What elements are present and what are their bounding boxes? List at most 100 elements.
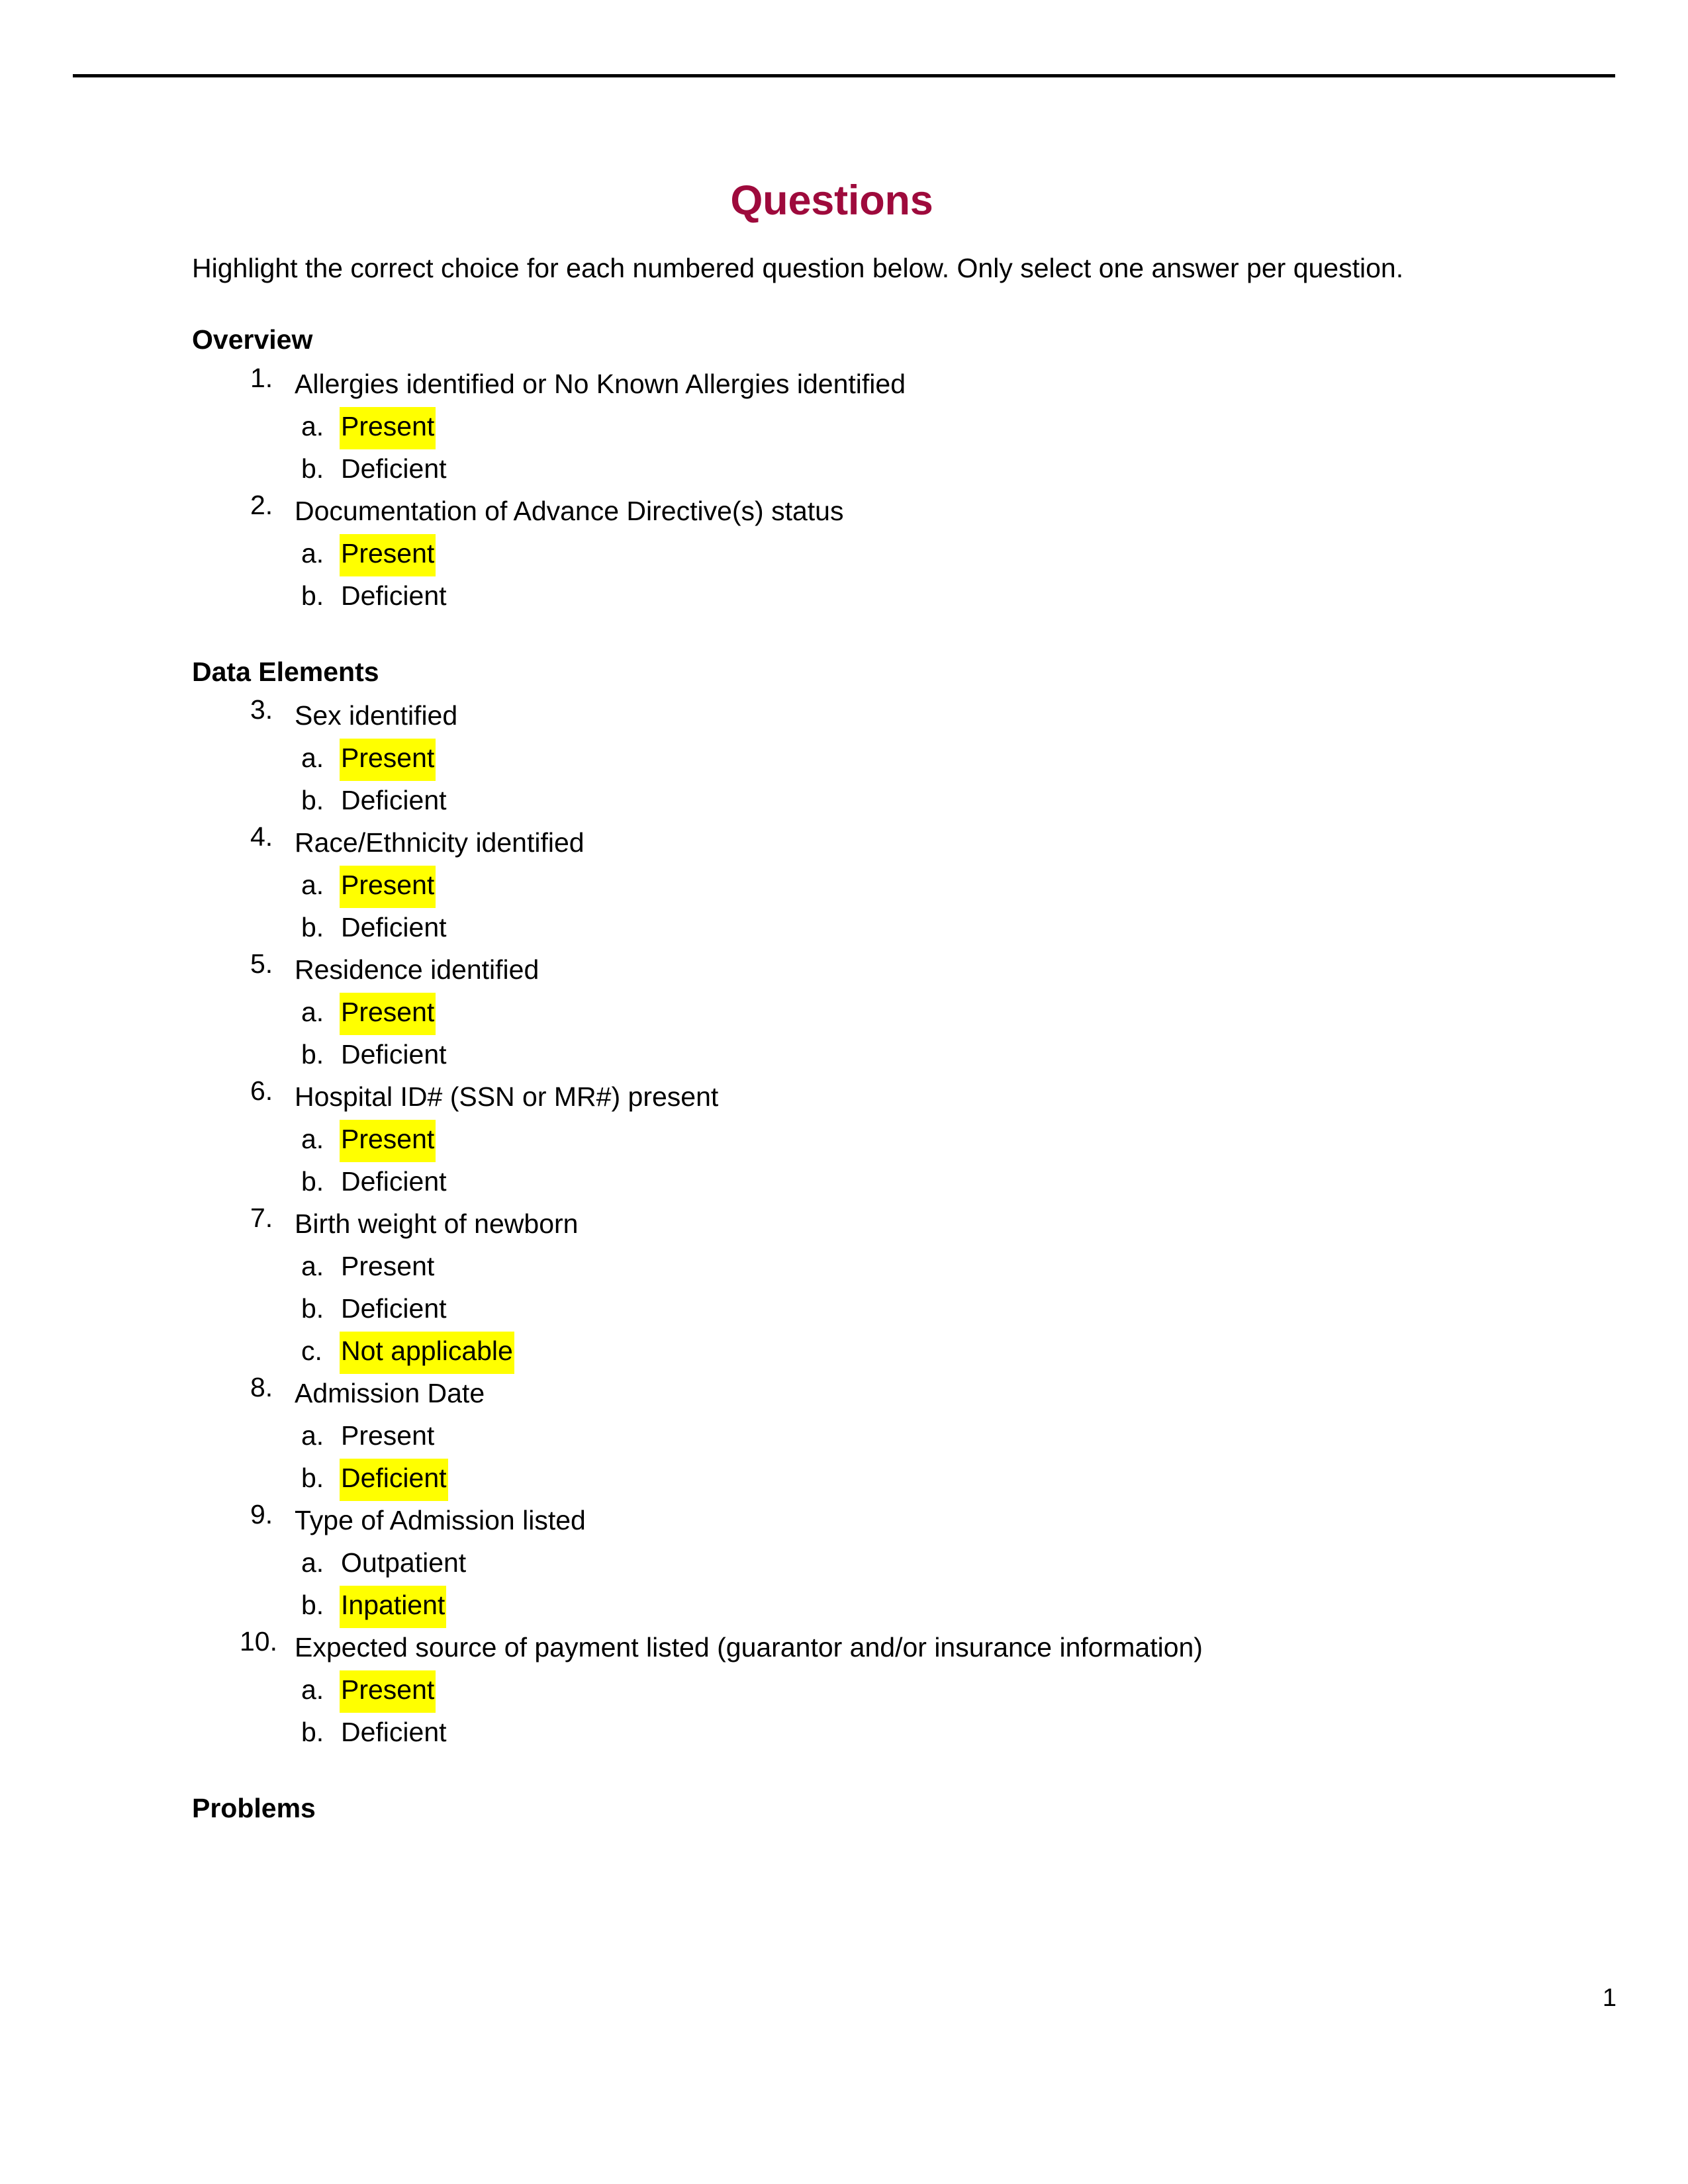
question-number: 7.	[250, 1203, 273, 1234]
option-text-highlighted[interactable]: Inpatient	[340, 1586, 447, 1629]
option-letter: a.	[301, 743, 324, 774]
answer-option-list: a. Present b. Deficient	[295, 533, 1499, 619]
option-letter: a.	[301, 1124, 324, 1155]
question-number: 4.	[250, 821, 273, 852]
option-letter: a.	[301, 1420, 324, 1451]
question-list: 3. Sex identified a. Present b. Deficient 4. Ra…	[192, 696, 1499, 1755]
section-heading: Problems	[192, 1793, 316, 1824]
instructions-paragraph: Highlight the correct choice for each nu…	[192, 253, 1404, 284]
question-item: 10. Expected source of payment listed (gu…	[192, 1628, 1499, 1755]
answer-option[interactable]: b. Deficient	[295, 908, 1499, 950]
option-text[interactable]: Present	[340, 1247, 436, 1289]
question-number: 9.	[250, 1499, 273, 1530]
option-letter: b.	[301, 453, 324, 484]
option-letter: b.	[301, 785, 324, 816]
answer-option[interactable]: b. Deficient	[295, 1162, 1499, 1205]
answer-option-list: a. Present b. Deficient	[295, 1120, 1499, 1205]
question-item: 5. Residence identified a. Present b. Deficie…	[192, 950, 1499, 1077]
option-text[interactable]: Deficient	[340, 781, 448, 823]
answer-option[interactable]: c. Not applicable	[295, 1332, 1499, 1375]
question-text: Birth weight of newborn	[295, 1208, 579, 1240]
option-letter: a.	[301, 997, 324, 1028]
option-letter: c.	[301, 1336, 322, 1367]
answer-option[interactable]: a. Present	[295, 1120, 1499, 1163]
option-text[interactable]: Present	[340, 1416, 436, 1459]
question-number: 5.	[250, 948, 273, 979]
option-letter: a.	[301, 1547, 324, 1578]
question-item: 9. Type of Admission listed a. Outpatient b.…	[192, 1499, 1499, 1629]
document-page: Questions Highlight the correct choice f…	[0, 0, 1688, 2184]
question-number: 8.	[250, 1372, 273, 1403]
option-letter: a.	[301, 410, 324, 441]
answer-option-list: a. Present b. Deficient	[295, 1670, 1499, 1755]
question-text: Hospital ID# (SSN or MR#) present	[295, 1081, 719, 1113]
answer-option[interactable]: b. Deficient	[295, 1289, 1499, 1332]
option-text-highlighted[interactable]: Present	[340, 1670, 436, 1713]
option-letter: b.	[301, 912, 324, 943]
answer-option[interactable]: a. Present	[295, 1416, 1499, 1459]
option-letter: b.	[301, 1717, 324, 1748]
answer-option[interactable]: a. Present	[295, 1670, 1499, 1713]
question-text: Race/Ethnicity identified	[295, 827, 585, 858]
question-item: 4. Race/Ethnicity identified a. Present b. De…	[192, 823, 1499, 950]
option-text-highlighted[interactable]: Present	[340, 1120, 436, 1163]
question-item: 6. Hospital ID# (SSN or MR#) present a. Pre…	[192, 1077, 1499, 1205]
answer-option[interactable]: b. Deficient	[295, 1035, 1499, 1077]
answer-option[interactable]: b. Deficient	[295, 1459, 1499, 1502]
option-text-highlighted[interactable]: Not applicable	[340, 1332, 514, 1375]
option-letter: b.	[301, 1166, 324, 1197]
answer-option-list: a. Outpatient b. Inpatient	[295, 1543, 1499, 1629]
question-item: 1. Allergies identified or No Known Aller…	[192, 364, 1499, 492]
question-number: 3.	[250, 694, 273, 725]
answer-option[interactable]: a. Present	[295, 739, 1499, 782]
option-text-highlighted[interactable]: Present	[340, 406, 436, 449]
page-title: Questions	[730, 177, 933, 224]
question-number: 2.	[250, 489, 273, 520]
question-number: 10.	[240, 1626, 277, 1657]
page-number: 1	[1602, 1984, 1617, 2012]
question-text: Allergies identified or No Known Allergi…	[295, 368, 906, 399]
option-text-highlighted[interactable]: Deficient	[340, 1459, 448, 1502]
question-item: 3. Sex identified a. Present b. Deficient	[192, 696, 1499, 823]
question-text: Admission Date	[295, 1378, 485, 1409]
answer-option-list: a. Present b. Deficient	[295, 739, 1499, 823]
answer-option-list: a. Present b. Deficient	[295, 866, 1499, 950]
question-text: Documentation of Advance Directive(s) st…	[295, 495, 844, 526]
option-letter: b.	[301, 1590, 324, 1621]
option-text-highlighted[interactable]: Present	[340, 866, 436, 909]
option-text-highlighted[interactable]: Present	[340, 739, 436, 782]
question-text: Expected source of payment listed (guara…	[295, 1632, 1203, 1663]
option-letter: a.	[301, 1674, 324, 1706]
option-text[interactable]: Deficient	[340, 1289, 448, 1332]
answer-option[interactable]: a. Present	[295, 533, 1499, 576]
answer-option[interactable]: b. Inpatient	[295, 1586, 1499, 1629]
option-text[interactable]: Deficient	[340, 1713, 448, 1755]
option-text[interactable]: Deficient	[340, 1035, 448, 1077]
answer-option-list: a. Present b. Deficient	[295, 406, 1499, 492]
answer-option[interactable]: a. Present	[295, 866, 1499, 909]
answer-option[interactable]: a. Present	[295, 1247, 1499, 1289]
answer-option[interactable]: a. Present	[295, 993, 1499, 1036]
answer-option[interactable]: a. Outpatient	[295, 1543, 1499, 1586]
option-text[interactable]: Deficient	[340, 908, 448, 950]
option-text-highlighted[interactable]: Present	[340, 533, 436, 576]
question-list: 1. Allergies identified or No Known Aller…	[192, 364, 1499, 619]
answer-option[interactable]: b. Deficient	[295, 576, 1499, 619]
answer-option[interactable]: b. Deficient	[295, 449, 1499, 492]
option-text[interactable]: Outpatient	[340, 1543, 467, 1586]
option-letter: b.	[301, 1039, 324, 1070]
option-text[interactable]: Deficient	[340, 449, 448, 492]
section-heading: Data Elements	[192, 656, 379, 687]
option-text[interactable]: Deficient	[340, 1162, 448, 1205]
option-letter: b.	[301, 1293, 324, 1324]
question-item: 2. Documentation of Advance Directive(s) …	[192, 489, 1499, 619]
option-text-highlighted[interactable]: Present	[340, 993, 436, 1036]
header-rule	[73, 74, 1615, 77]
answer-option[interactable]: a. Present	[295, 406, 1499, 449]
option-text[interactable]: Deficient	[340, 576, 448, 619]
option-letter: a.	[301, 537, 324, 569]
answer-option[interactable]: b. Deficient	[295, 781, 1499, 823]
option-letter: a.	[301, 870, 324, 901]
section-heading: Overview	[192, 324, 313, 355]
answer-option[interactable]: b. Deficient	[295, 1713, 1499, 1755]
